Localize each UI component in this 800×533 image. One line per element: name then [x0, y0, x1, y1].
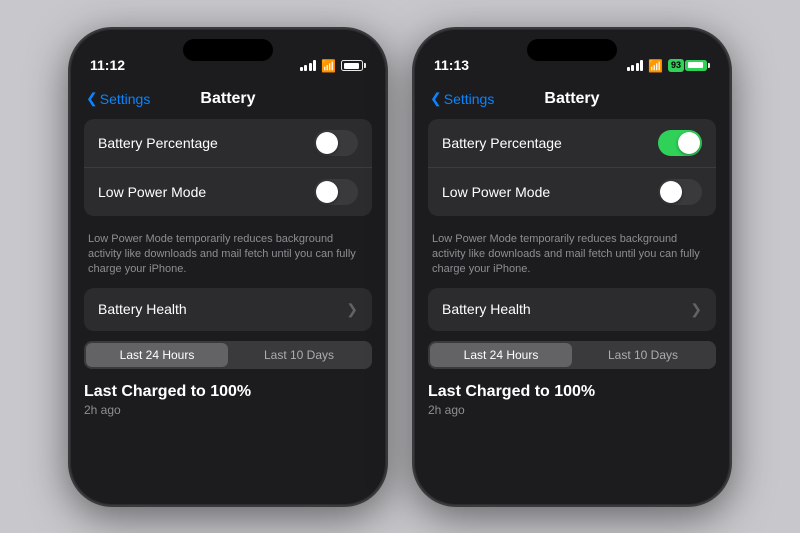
wifi-icon-right: 📶 [648, 59, 663, 73]
low-power-label-right: Low Power Mode [442, 184, 550, 200]
back-button-left[interactable]: ❮ Settings [86, 90, 150, 107]
low-power-row-right[interactable]: Low Power Mode [428, 168, 716, 216]
low-power-description-right: Low Power Mode temporarily reduces backg… [428, 226, 716, 288]
battery-health-row-right[interactable]: Battery Health ❯ [428, 288, 716, 331]
battery-percentage-toggle-left[interactable] [314, 130, 358, 156]
nav-bar-right: ❮ Settings Battery [414, 79, 730, 119]
battery-percentage-toggle-right[interactable] [658, 130, 702, 156]
low-power-toggle-right[interactable] [658, 179, 702, 205]
low-power-description-left: Low Power Mode temporarily reduces backg… [84, 226, 372, 288]
signal-icon-right [627, 60, 644, 71]
back-label-left: Settings [100, 91, 151, 107]
status-icons-right: 📶 93 [627, 59, 710, 73]
battery-percentage-label-right: Battery Percentage [442, 135, 562, 151]
segment-24h-right[interactable]: Last 24 Hours [430, 343, 572, 367]
signal-icon-left [300, 60, 317, 71]
status-time-left: 11:12 [90, 57, 125, 73]
battery-health-chevron-left: ❯ [346, 301, 358, 318]
segment-24h-left[interactable]: Last 24 Hours [86, 343, 228, 367]
battery-health-label-left: Battery Health [98, 301, 187, 317]
charged-time-right: 2h ago [428, 403, 716, 417]
charged-title-left: Last Charged to 100% [84, 383, 372, 401]
charged-info-right: Last Charged to 100% 2h ago [428, 379, 716, 421]
status-icons-left: 📶 [300, 59, 366, 73]
wifi-icon-left: 📶 [321, 59, 336, 73]
dynamic-island-right [527, 39, 617, 61]
back-chevron-left: ❮ [86, 90, 98, 107]
battery-icon-right: 93 [668, 59, 710, 72]
low-power-row-left[interactable]: Low Power Mode [84, 168, 372, 216]
nav-bar-left: ❮ Settings Battery [70, 79, 386, 119]
back-button-right[interactable]: ❮ Settings [430, 90, 494, 107]
battery-health-label-right: Battery Health [442, 301, 531, 317]
dynamic-island-left [183, 39, 273, 61]
charged-time-left: 2h ago [84, 403, 372, 417]
phone-right: 11:13 📶 93 ❮ Settings Battery [412, 27, 732, 507]
battery-percentage-row-left[interactable]: Battery Percentage [84, 119, 372, 168]
segment-10d-left[interactable]: Last 10 Days [228, 343, 370, 367]
battery-percentage-label-left: Battery Percentage [98, 135, 218, 151]
low-power-label-left: Low Power Mode [98, 184, 206, 200]
main-settings-group-right: Battery Percentage Low Power Mode [428, 119, 716, 216]
segment-control-left[interactable]: Last 24 Hours Last 10 Days [84, 341, 372, 369]
back-chevron-right: ❮ [430, 90, 442, 107]
content-left: Battery Percentage Low Power Mode Low Po… [70, 119, 386, 505]
charged-title-right: Last Charged to 100% [428, 383, 716, 401]
segment-control-right[interactable]: Last 24 Hours Last 10 Days [428, 341, 716, 369]
battery-health-row-left[interactable]: Battery Health ❯ [84, 288, 372, 331]
phone-left: 11:12 📶 ❮ Settings Battery [68, 27, 388, 507]
battery-icon-left [341, 60, 366, 71]
nav-title-right: Battery [544, 90, 599, 108]
battery-badge-right: 93 [668, 59, 684, 72]
battery-health-chevron-right: ❯ [690, 301, 702, 318]
battery-percentage-row-right[interactable]: Battery Percentage [428, 119, 716, 168]
back-label-right: Settings [444, 91, 495, 107]
status-time-right: 11:13 [434, 57, 469, 73]
content-right: Battery Percentage Low Power Mode Low Po… [414, 119, 730, 505]
nav-title-left: Battery [200, 90, 255, 108]
charged-info-left: Last Charged to 100% 2h ago [84, 379, 372, 421]
segment-10d-right[interactable]: Last 10 Days [572, 343, 714, 367]
low-power-toggle-left[interactable] [314, 179, 358, 205]
main-settings-group-left: Battery Percentage Low Power Mode [84, 119, 372, 216]
